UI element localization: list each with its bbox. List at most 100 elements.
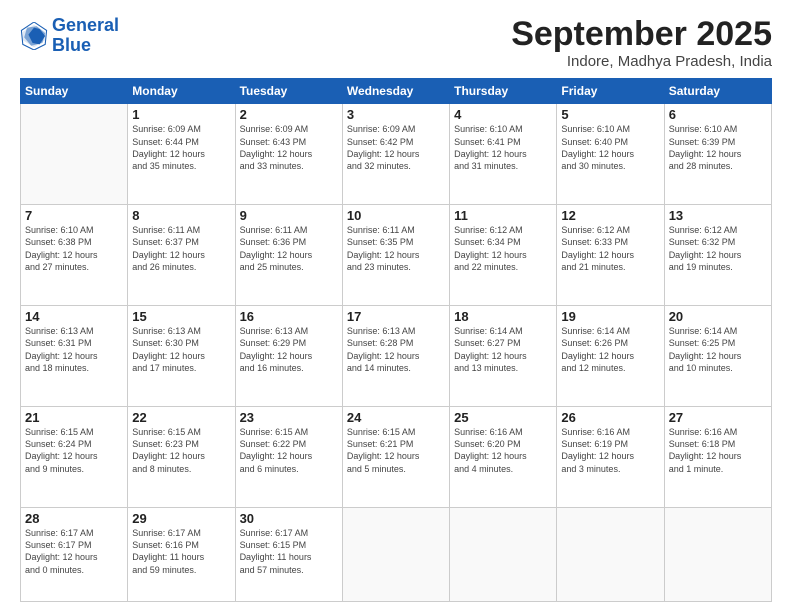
day-number: 19	[561, 309, 659, 324]
day-info: Sunrise: 6:10 AM Sunset: 6:38 PM Dayligh…	[25, 224, 123, 273]
day-info: Sunrise: 6:13 AM Sunset: 6:28 PM Dayligh…	[347, 325, 445, 374]
day-number: 13	[669, 208, 767, 223]
calendar-header-tuesday: Tuesday	[235, 79, 342, 104]
day-cell-28: 28Sunrise: 6:17 AM Sunset: 6:17 PM Dayli…	[21, 508, 128, 602]
day-number: 20	[669, 309, 767, 324]
day-cell-21: 21Sunrise: 6:15 AM Sunset: 6:24 PM Dayli…	[21, 407, 128, 508]
empty-cell	[664, 508, 771, 602]
day-number: 2	[240, 107, 338, 122]
day-cell-19: 19Sunrise: 6:14 AM Sunset: 6:26 PM Dayli…	[557, 306, 664, 407]
calendar-header-row: SundayMondayTuesdayWednesdayThursdayFrid…	[21, 79, 772, 104]
day-number: 27	[669, 410, 767, 425]
day-info: Sunrise: 6:12 AM Sunset: 6:34 PM Dayligh…	[454, 224, 552, 273]
day-cell-7: 7Sunrise: 6:10 AM Sunset: 6:38 PM Daylig…	[21, 205, 128, 306]
day-number: 15	[132, 309, 230, 324]
day-info: Sunrise: 6:15 AM Sunset: 6:22 PM Dayligh…	[240, 426, 338, 475]
day-cell-11: 11Sunrise: 6:12 AM Sunset: 6:34 PM Dayli…	[450, 205, 557, 306]
week-row-4: 21Sunrise: 6:15 AM Sunset: 6:24 PM Dayli…	[21, 407, 772, 508]
day-info: Sunrise: 6:13 AM Sunset: 6:31 PM Dayligh…	[25, 325, 123, 374]
day-info: Sunrise: 6:11 AM Sunset: 6:35 PM Dayligh…	[347, 224, 445, 273]
day-number: 14	[25, 309, 123, 324]
day-cell-27: 27Sunrise: 6:16 AM Sunset: 6:18 PM Dayli…	[664, 407, 771, 508]
day-cell-2: 2Sunrise: 6:09 AM Sunset: 6:43 PM Daylig…	[235, 104, 342, 205]
day-info: Sunrise: 6:15 AM Sunset: 6:24 PM Dayligh…	[25, 426, 123, 475]
day-cell-18: 18Sunrise: 6:14 AM Sunset: 6:27 PM Dayli…	[450, 306, 557, 407]
day-cell-10: 10Sunrise: 6:11 AM Sunset: 6:35 PM Dayli…	[342, 205, 449, 306]
day-number: 18	[454, 309, 552, 324]
day-info: Sunrise: 6:17 AM Sunset: 6:17 PM Dayligh…	[25, 527, 123, 576]
day-info: Sunrise: 6:14 AM Sunset: 6:26 PM Dayligh…	[561, 325, 659, 374]
week-row-5: 28Sunrise: 6:17 AM Sunset: 6:17 PM Dayli…	[21, 508, 772, 602]
day-cell-9: 9Sunrise: 6:11 AM Sunset: 6:36 PM Daylig…	[235, 205, 342, 306]
day-number: 10	[347, 208, 445, 223]
day-info: Sunrise: 6:17 AM Sunset: 6:16 PM Dayligh…	[132, 527, 230, 576]
day-cell-29: 29Sunrise: 6:17 AM Sunset: 6:16 PM Dayli…	[128, 508, 235, 602]
day-number: 11	[454, 208, 552, 223]
day-info: Sunrise: 6:13 AM Sunset: 6:29 PM Dayligh…	[240, 325, 338, 374]
day-number: 16	[240, 309, 338, 324]
calendar: SundayMondayTuesdayWednesdayThursdayFrid…	[20, 78, 772, 602]
day-number: 26	[561, 410, 659, 425]
logo-line1: General	[52, 15, 119, 35]
day-number: 21	[25, 410, 123, 425]
logo-line2: Blue	[52, 36, 119, 56]
day-number: 28	[25, 511, 123, 526]
day-cell-25: 25Sunrise: 6:16 AM Sunset: 6:20 PM Dayli…	[450, 407, 557, 508]
day-cell-1: 1Sunrise: 6:09 AM Sunset: 6:44 PM Daylig…	[128, 104, 235, 205]
day-number: 17	[347, 309, 445, 324]
day-cell-16: 16Sunrise: 6:13 AM Sunset: 6:29 PM Dayli…	[235, 306, 342, 407]
empty-cell	[557, 508, 664, 602]
week-row-1: 1Sunrise: 6:09 AM Sunset: 6:44 PM Daylig…	[21, 104, 772, 205]
day-number: 8	[132, 208, 230, 223]
empty-cell	[450, 508, 557, 602]
day-info: Sunrise: 6:11 AM Sunset: 6:36 PM Dayligh…	[240, 224, 338, 273]
day-cell-20: 20Sunrise: 6:14 AM Sunset: 6:25 PM Dayli…	[664, 306, 771, 407]
day-number: 4	[454, 107, 552, 122]
day-info: Sunrise: 6:16 AM Sunset: 6:20 PM Dayligh…	[454, 426, 552, 475]
day-cell-30: 30Sunrise: 6:17 AM Sunset: 6:15 PM Dayli…	[235, 508, 342, 602]
calendar-header-saturday: Saturday	[664, 79, 771, 104]
day-number: 23	[240, 410, 338, 425]
day-info: Sunrise: 6:09 AM Sunset: 6:43 PM Dayligh…	[240, 123, 338, 172]
day-number: 12	[561, 208, 659, 223]
day-cell-3: 3Sunrise: 6:09 AM Sunset: 6:42 PM Daylig…	[342, 104, 449, 205]
day-cell-6: 6Sunrise: 6:10 AM Sunset: 6:39 PM Daylig…	[664, 104, 771, 205]
day-number: 29	[132, 511, 230, 526]
day-info: Sunrise: 6:10 AM Sunset: 6:41 PM Dayligh…	[454, 123, 552, 172]
week-row-2: 7Sunrise: 6:10 AM Sunset: 6:38 PM Daylig…	[21, 205, 772, 306]
week-row-3: 14Sunrise: 6:13 AM Sunset: 6:31 PM Dayli…	[21, 306, 772, 407]
header: General Blue September 2025 Indore, Madh…	[20, 16, 772, 70]
day-cell-15: 15Sunrise: 6:13 AM Sunset: 6:30 PM Dayli…	[128, 306, 235, 407]
day-cell-4: 4Sunrise: 6:10 AM Sunset: 6:41 PM Daylig…	[450, 104, 557, 205]
logo-text: General Blue	[52, 16, 119, 56]
day-cell-8: 8Sunrise: 6:11 AM Sunset: 6:37 PM Daylig…	[128, 205, 235, 306]
logo: General Blue	[20, 16, 119, 56]
day-number: 9	[240, 208, 338, 223]
calendar-header-wednesday: Wednesday	[342, 79, 449, 104]
day-number: 30	[240, 511, 338, 526]
day-number: 25	[454, 410, 552, 425]
day-cell-13: 13Sunrise: 6:12 AM Sunset: 6:32 PM Dayli…	[664, 205, 771, 306]
empty-cell	[342, 508, 449, 602]
calendar-header-thursday: Thursday	[450, 79, 557, 104]
day-cell-26: 26Sunrise: 6:16 AM Sunset: 6:19 PM Dayli…	[557, 407, 664, 508]
day-info: Sunrise: 6:10 AM Sunset: 6:39 PM Dayligh…	[669, 123, 767, 172]
title-block: September 2025 Indore, Madhya Pradesh, I…	[511, 16, 772, 70]
day-info: Sunrise: 6:13 AM Sunset: 6:30 PM Dayligh…	[132, 325, 230, 374]
day-info: Sunrise: 6:17 AM Sunset: 6:15 PM Dayligh…	[240, 527, 338, 576]
day-info: Sunrise: 6:14 AM Sunset: 6:27 PM Dayligh…	[454, 325, 552, 374]
day-number: 1	[132, 107, 230, 122]
day-info: Sunrise: 6:16 AM Sunset: 6:19 PM Dayligh…	[561, 426, 659, 475]
day-info: Sunrise: 6:15 AM Sunset: 6:23 PM Dayligh…	[132, 426, 230, 475]
day-info: Sunrise: 6:09 AM Sunset: 6:42 PM Dayligh…	[347, 123, 445, 172]
month-title: September 2025	[511, 16, 772, 53]
day-info: Sunrise: 6:14 AM Sunset: 6:25 PM Dayligh…	[669, 325, 767, 374]
day-info: Sunrise: 6:16 AM Sunset: 6:18 PM Dayligh…	[669, 426, 767, 475]
day-cell-5: 5Sunrise: 6:10 AM Sunset: 6:40 PM Daylig…	[557, 104, 664, 205]
empty-cell	[21, 104, 128, 205]
day-cell-23: 23Sunrise: 6:15 AM Sunset: 6:22 PM Dayli…	[235, 407, 342, 508]
day-number: 24	[347, 410, 445, 425]
day-info: Sunrise: 6:10 AM Sunset: 6:40 PM Dayligh…	[561, 123, 659, 172]
day-info: Sunrise: 6:09 AM Sunset: 6:44 PM Dayligh…	[132, 123, 230, 172]
calendar-header-monday: Monday	[128, 79, 235, 104]
